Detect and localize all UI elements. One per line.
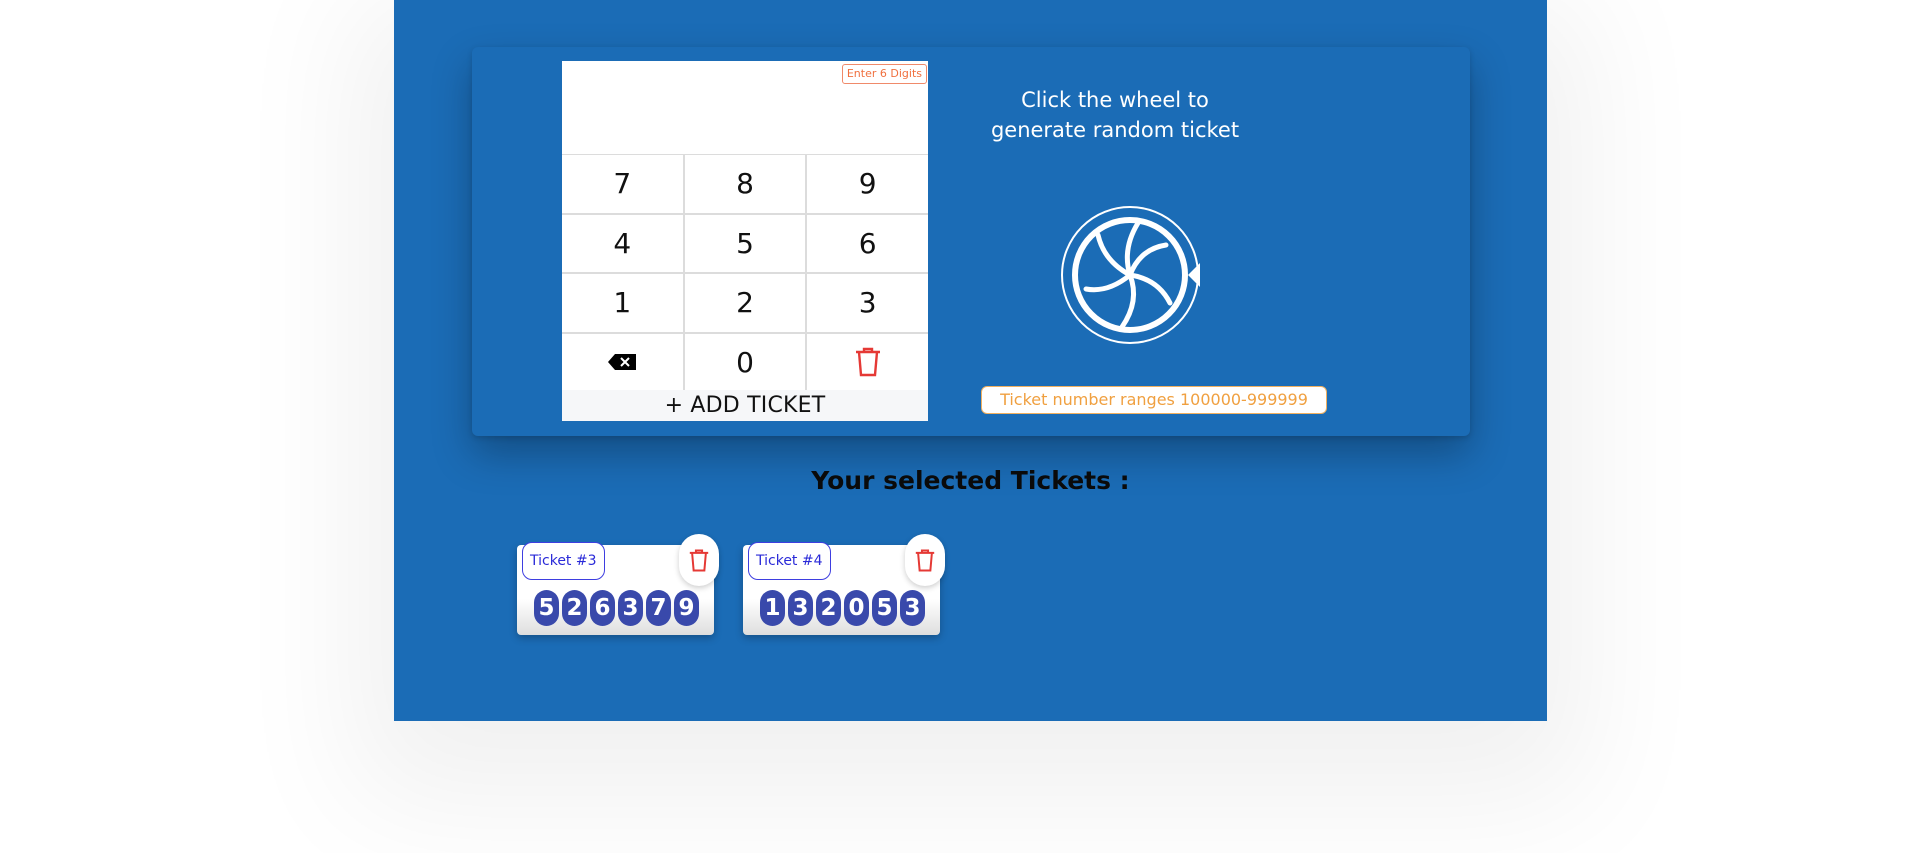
wheel-icon[interactable] [1060,201,1210,351]
ticket-display: Enter 6 Digits [562,61,928,154]
ticket-digit: 1 [760,590,785,626]
app-container: Enter 6 Digits 7 8 9 4 5 6 1 2 3 0 + ADD… [394,0,1547,721]
ticket-digit: 2 [816,590,841,626]
ticket-digit: 5 [534,590,559,626]
ticket-label: Ticket #4 [748,542,831,580]
ticket-digit: 3 [618,590,643,626]
key-1[interactable]: 1 [562,274,683,332]
ticket-digit: 9 [674,590,699,626]
ticket-card: Ticket #3 5 2 6 3 7 9 [517,534,719,635]
ticket-digit: 5 [872,590,897,626]
trash-icon [915,549,935,571]
delete-ticket-button[interactable] [905,534,945,586]
trash-icon [855,348,880,377]
key-9[interactable]: 9 [807,155,928,213]
key-4[interactable]: 4 [562,214,683,272]
clear-key[interactable] [807,333,928,391]
ticket-digits: 1 3 2 0 5 3 [760,590,925,626]
keypad-grid: 7 8 9 4 5 6 1 2 3 0 [562,154,928,391]
delete-ticket-button[interactable] [679,534,719,586]
key-8[interactable]: 8 [684,155,806,213]
ticket-digit: 7 [646,590,671,626]
ticket-digit: 3 [900,590,925,626]
ticket-card: Ticket #4 1 3 2 0 5 3 [743,534,945,635]
key-3[interactable]: 3 [807,274,928,332]
ticket-digit: 2 [562,590,587,626]
add-ticket-button[interactable]: + ADD TICKET [562,390,928,421]
trash-icon [689,549,709,571]
ticket-digit: 0 [844,590,869,626]
ticket-digit: 6 [590,590,615,626]
selected-tickets-title: Your selected Tickets : [811,466,1130,495]
ticket-builder-panel: Enter 6 Digits 7 8 9 4 5 6 1 2 3 0 + ADD… [472,47,1470,436]
key-6[interactable]: 6 [807,214,928,272]
key-2[interactable]: 2 [684,274,806,332]
backspace-key[interactable] [562,333,683,391]
backspace-icon [608,354,637,371]
ticket-range-note: Ticket number ranges 100000-999999 [981,386,1327,414]
wheel-instruction: Click the wheel to generate random ticke… [990,88,1240,142]
key-5[interactable]: 5 [684,214,806,272]
ticket-label: Ticket #3 [522,542,605,580]
ticket-digit: 3 [788,590,813,626]
ticket-digits: 5 2 6 3 7 9 [534,590,699,626]
key-0[interactable]: 0 [684,333,806,391]
key-7[interactable]: 7 [562,155,683,213]
keypad: Enter 6 Digits 7 8 9 4 5 6 1 2 3 0 + ADD… [562,61,928,421]
hint-badge: Enter 6 Digits [841,64,927,84]
